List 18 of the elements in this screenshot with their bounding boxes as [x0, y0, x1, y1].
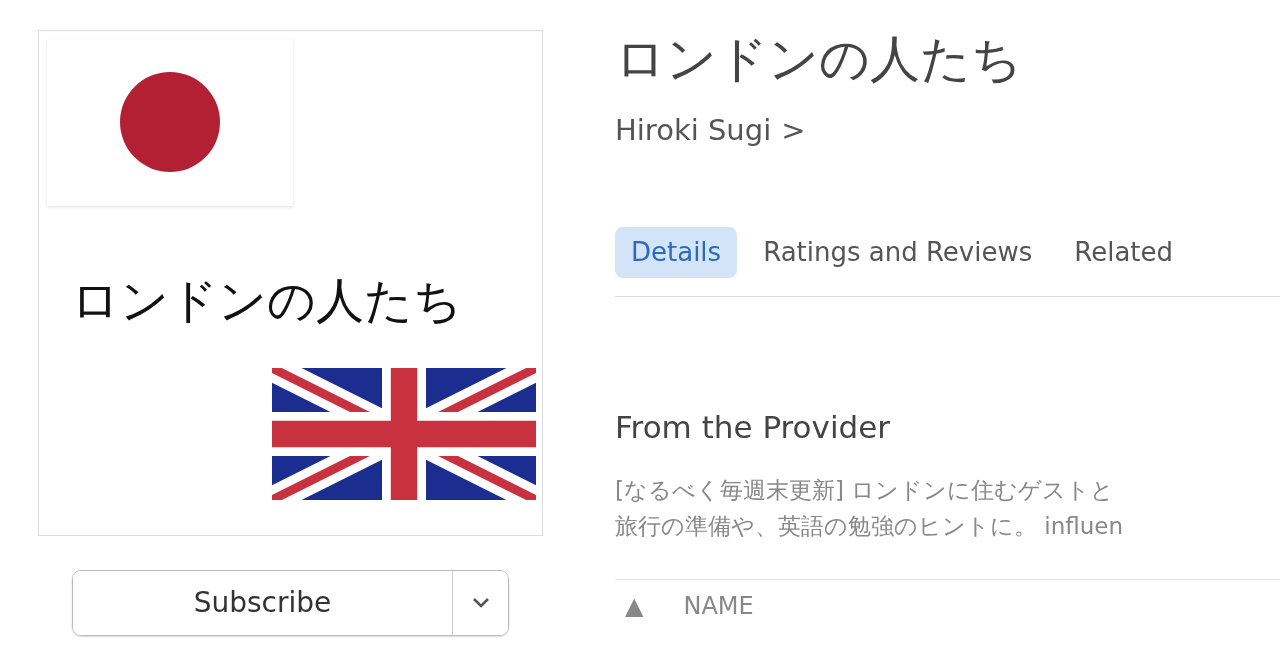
subscribe-button[interactable]: Subscribe	[73, 571, 453, 635]
chevron-text: >	[781, 112, 806, 149]
description-text: 旅行の準備や、英語の勉強のヒントに。 influen	[615, 512, 1125, 542]
section-heading: From the Provider	[615, 408, 892, 446]
tab[interactable]: Related	[1058, 226, 1190, 278]
japan-flag-icon	[47, 39, 293, 206]
author-name: Hiroki Sugi	[615, 112, 772, 149]
tab[interactable]: Details	[615, 226, 738, 278]
dropdown-button[interactable]	[453, 571, 508, 635]
caret-icon	[470, 597, 491, 609]
tab[interactable]: Ratings and Reviews	[747, 226, 1049, 278]
description-text: [なるべく毎週末更新] ロンドンに住むゲストと	[615, 475, 1116, 505]
uk-flag-icon	[272, 368, 536, 500]
subscribe-control[interactable]: Subscribe	[72, 570, 509, 636]
sort-indicator[interactable]: ▲	[625, 588, 644, 625]
podcast-title: ロンドンの人たち	[615, 32, 1023, 87]
artwork-title: ロンドンの人たち	[71, 276, 463, 324]
column-header[interactable]: NAME	[683, 588, 754, 625]
